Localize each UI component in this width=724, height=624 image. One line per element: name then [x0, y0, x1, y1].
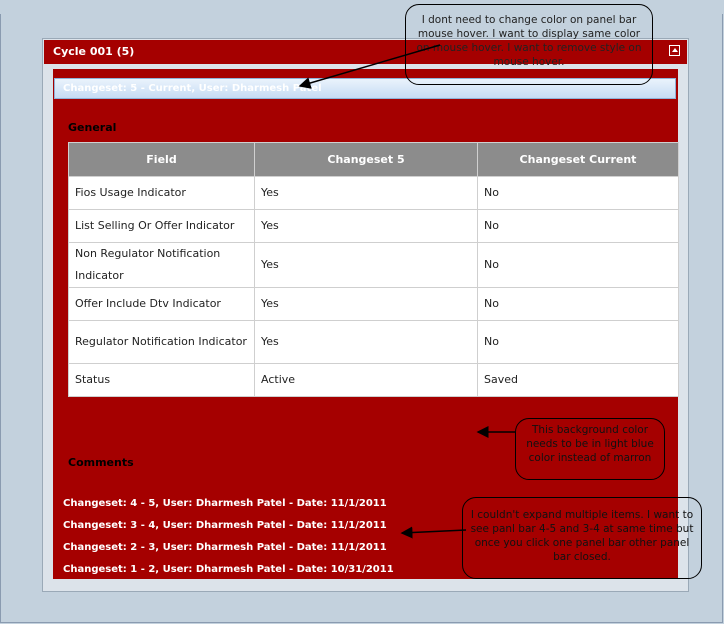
changeset-current-cell: No — [477, 242, 679, 288]
changeset-5-cell: Yes — [254, 176, 478, 210]
field-cell: Non Regulator Notification Indicator — [68, 242, 255, 288]
table-header-row: Field Changeset 5 Changeset Current — [68, 142, 679, 177]
field-cell: Regulator Notification Indicator — [68, 320, 255, 364]
changeset-current-cell: No — [477, 209, 679, 243]
changeset-5-cell: Active — [254, 363, 478, 397]
table-row: List Selling Or Offer Indicator Yes No — [68, 209, 679, 243]
column-header-field[interactable]: Field — [68, 142, 255, 177]
changeset-5-cell: Yes — [254, 287, 478, 321]
general-section-title: General — [68, 121, 117, 134]
table-row: Status Active Saved — [68, 363, 679, 397]
changeset-comparison-table: Field Changeset 5 Changeset Current Fios… — [68, 142, 679, 397]
changeset-bar-label: Changeset: 5 - Current, User: Dharmesh P… — [63, 83, 322, 94]
comment-panel-bar[interactable]: Changeset: 3 - 4, User: Dharmesh Patel -… — [63, 520, 387, 531]
table-row: Non Regulator Notification Indicator Yes… — [68, 242, 679, 288]
changeset-current-cell: No — [477, 176, 679, 210]
table-row: Offer Include Dtv Indicator Yes No — [68, 287, 679, 321]
changeset-current-cell: Saved — [477, 363, 679, 397]
field-cell: Status — [68, 363, 255, 397]
background-annotation: This background color needs to be in lig… — [515, 418, 665, 480]
table-row: Fios Usage Indicator Yes No — [68, 176, 679, 210]
changeset-current-cell: No — [477, 287, 679, 321]
changeset-5-cell: Yes — [254, 242, 478, 288]
table-row: Regulator Notification Indicator Yes No — [68, 320, 679, 364]
collapse-icon[interactable] — [669, 45, 680, 56]
column-header-changeset-current[interactable]: Changeset Current — [477, 142, 679, 177]
hover-annotation: I dont need to change color on panel bar… — [405, 4, 653, 85]
comment-panel-bar[interactable]: Changeset: 1 - 2, User: Dharmesh Patel -… — [63, 564, 394, 575]
cycle-title: Cycle 001 (5) — [53, 45, 135, 58]
comment-panel-bar[interactable]: Changeset: 2 - 3, User: Dharmesh Patel -… — [63, 542, 387, 553]
field-cell: Fios Usage Indicator — [68, 176, 255, 210]
column-header-changeset-5[interactable]: Changeset 5 — [254, 142, 478, 177]
field-cell: List Selling Or Offer Indicator — [68, 209, 255, 243]
field-cell: Offer Include Dtv Indicator — [68, 287, 255, 321]
comment-panel-bar[interactable]: Changeset: 4 - 5, User: Dharmesh Patel -… — [63, 498, 387, 509]
changeset-current-cell: No — [477, 320, 679, 364]
changeset-5-cell: Yes — [254, 320, 478, 364]
comments-section-title: Comments — [68, 456, 134, 469]
changeset-5-cell: Yes — [254, 209, 478, 243]
expand-annotation: I couldn't expand multiple items. I want… — [462, 497, 702, 579]
